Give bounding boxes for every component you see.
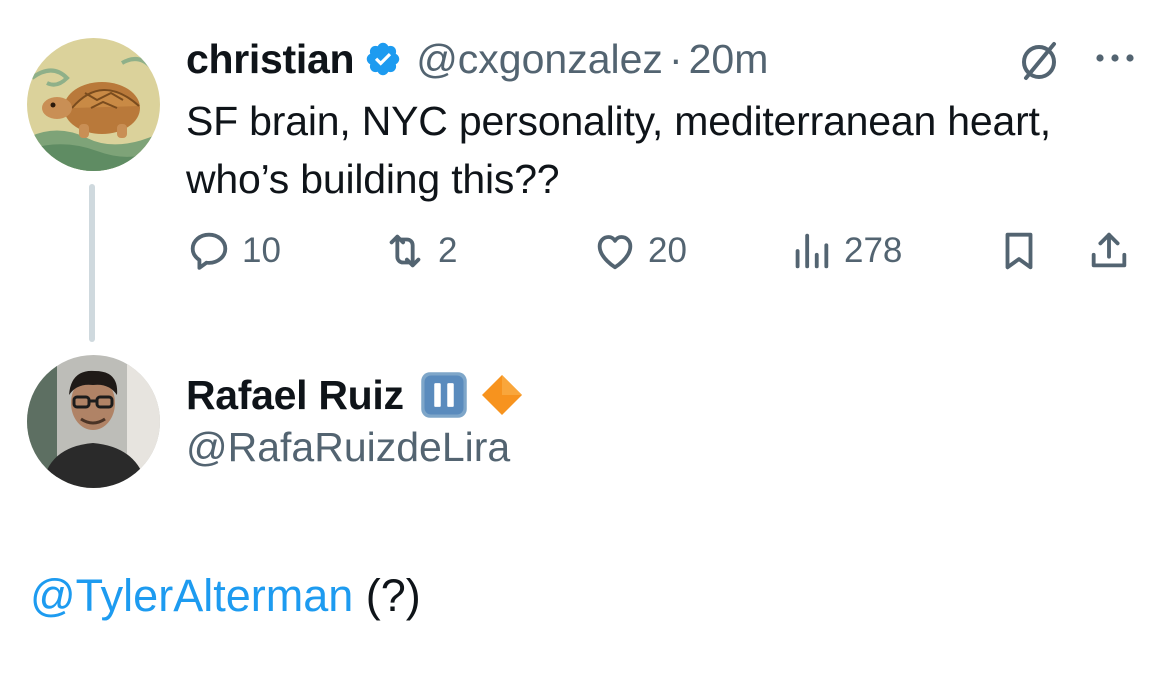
tweet-timestamp[interactable]: 20m (689, 36, 769, 83)
reply-button[interactable]: 10 (186, 226, 281, 276)
avatar[interactable] (27, 38, 160, 171)
reply-text: @TylerAlterman (?) (30, 570, 421, 622)
like-count: 20 (648, 231, 687, 270)
reply-text-suffix: (?) (353, 570, 421, 621)
tortoise-avatar-icon (27, 38, 160, 171)
share-button[interactable] (1086, 226, 1132, 276)
like-button[interactable]: 20 (592, 226, 687, 276)
tweet-header: christian @cxgonzalez · 20m (186, 34, 768, 84)
tweet-action-bar: 10 2 20 278 (186, 226, 1146, 276)
author-handle[interactable]: @cxgonzalez (416, 36, 663, 83)
bookmark-button[interactable] (996, 226, 1042, 276)
author-display-name[interactable]: christian (186, 36, 354, 83)
repost-count: 2 (438, 231, 458, 270)
reply-header: Rafael Ruiz (186, 370, 526, 420)
views-count: 278 (844, 231, 903, 270)
repost-icon (382, 228, 428, 274)
orange-diamond-emoji-icon (478, 371, 526, 419)
reply-author-handle[interactable]: @RafaRuizdeLira (186, 424, 510, 471)
reply-icon (186, 228, 232, 274)
views-button[interactable]: 278 (788, 226, 902, 276)
verified-badge-icon[interactable] (364, 40, 402, 78)
avatar[interactable] (27, 355, 160, 488)
pause-button-emoji-icon (418, 369, 470, 421)
share-icon (1086, 228, 1132, 274)
tweet-text: SF brain, NYC personality, mediterranean… (186, 92, 1161, 208)
thread-connector-line (89, 184, 95, 342)
separator-dot: · (668, 35, 683, 82)
tweet-text-line: SF brain, NYC personality, mediterranean… (186, 98, 1051, 144)
heart-icon (592, 228, 638, 274)
tweet-text-line: who’s building this?? (186, 156, 560, 202)
person-avatar-icon (27, 355, 160, 488)
views-chart-icon (788, 228, 834, 274)
repost-button[interactable]: 2 (382, 226, 457, 276)
bookmark-icon (996, 228, 1042, 274)
grok-icon[interactable] (1014, 38, 1064, 84)
more-options-icon[interactable] (1090, 40, 1140, 80)
reply-author-display-name[interactable]: Rafael Ruiz (186, 372, 404, 419)
reply-count: 10 (242, 231, 281, 270)
mention-link[interactable]: @TylerAlterman (30, 570, 353, 621)
